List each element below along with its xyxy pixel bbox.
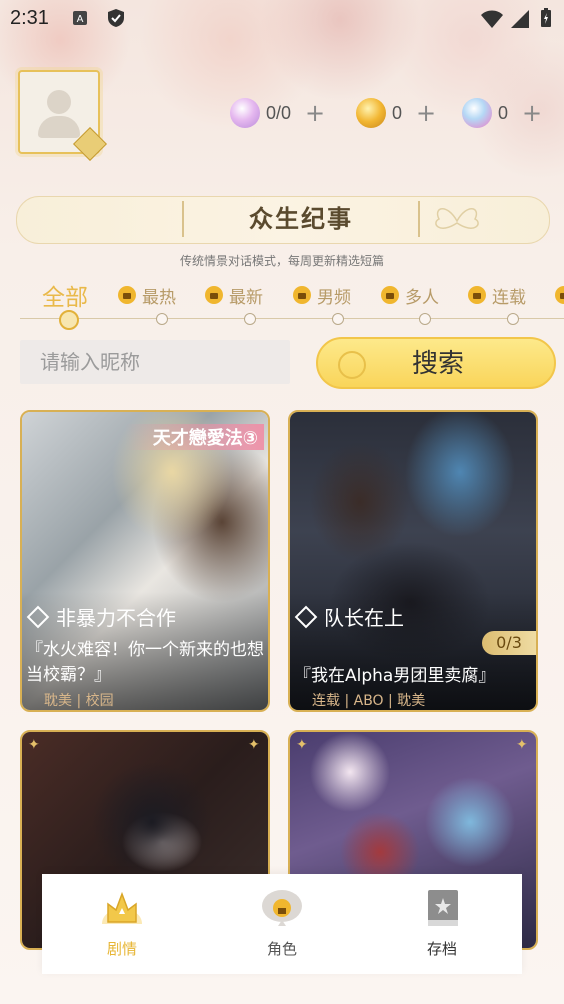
- tab-all[interactable]: 全部: [42, 278, 88, 312]
- character-lock-icon: [262, 890, 302, 926]
- user-avatar[interactable]: [18, 70, 107, 161]
- story-crown-icon: [102, 891, 142, 924]
- resource-gold-coin[interactable]: 0 +: [356, 96, 436, 130]
- avatar-placeholder-body: [38, 116, 80, 138]
- butterfly-decoration-icon: [435, 208, 479, 229]
- corner-star-icon: ✦: [248, 737, 260, 753]
- tab-label: 全部: [42, 285, 88, 311]
- tab-serial[interactable]: 连载: [468, 278, 526, 312]
- story-card[interactable]: 0/3 队长在上 『我在Alpha男团里卖腐』 连载 | ABO | 耽美: [288, 410, 538, 712]
- svg-text:A: A: [77, 14, 84, 25]
- story-tags: 连载 | ABO | 耽美: [312, 693, 426, 709]
- shield-check-icon: [108, 9, 124, 27]
- corner-star-icon: ✦: [28, 737, 40, 753]
- wifi-icon: [481, 10, 503, 28]
- resource-gold-coin-value: 0: [392, 102, 403, 123]
- story-tags: 耽美 | 校园: [44, 693, 114, 709]
- tab-indicator-dot-icon: [156, 313, 168, 325]
- nav-story-label: 剧情: [106, 940, 137, 958]
- lock-icon: [118, 286, 136, 304]
- nav-archive-label: 存档: [426, 940, 457, 958]
- corner-star-icon: ✦: [296, 737, 308, 753]
- tab-indicator-dot-icon: [419, 313, 431, 325]
- tab-newest[interactable]: 最新: [205, 278, 263, 312]
- nav-character[interactable]: 角色: [202, 874, 362, 974]
- tab-label: 连载: [492, 287, 526, 308]
- lock-icon: [205, 286, 223, 304]
- tab-indicator-dot-icon: [507, 313, 519, 325]
- tab-multi[interactable]: 多人: [381, 278, 439, 312]
- gold-coin-icon: [356, 98, 386, 128]
- search-button[interactable]: 搜索: [316, 337, 556, 389]
- tab-indicator-dot-icon: [244, 313, 256, 325]
- lock-icon: [381, 286, 399, 304]
- add-gold-coin-icon[interactable]: +: [416, 101, 436, 125]
- story-title-text: 非暴力不合作: [56, 606, 176, 630]
- lock-icon: [293, 286, 311, 304]
- resource-crystal-flower-value: 0: [498, 102, 509, 123]
- tab-indicator-line: [20, 318, 564, 319]
- section-subtitle: 传统情景对话模式，每周更新精选短篇: [179, 254, 384, 268]
- tab-male-oriented[interactable]: 男频: [293, 278, 351, 312]
- nav-archive[interactable]: 存档: [362, 874, 522, 974]
- story-description: 『水火难容！你一个新来的也想当校霸？』: [26, 640, 264, 685]
- nav-character-label: 角色: [266, 940, 297, 958]
- resource-heart-gem[interactable]: 0/0 +: [230, 96, 325, 130]
- story-title: 非暴力不合作: [26, 602, 176, 631]
- heart-gem-icon: [230, 98, 260, 128]
- story-title-text: 队长在上: [324, 606, 404, 630]
- diamond-icon: [294, 605, 318, 628]
- story-card[interactable]: 天才戀愛法③ 非暴力不合作 『水火难容！你一个新来的也想当校霸？』 耽美 | 校…: [20, 410, 270, 712]
- resource-heart-gem-value: 0/0: [266, 102, 292, 123]
- archive-book-icon: [428, 890, 458, 926]
- story-progress-badge: 0/3: [482, 631, 536, 655]
- add-heart-gem-icon[interactable]: +: [305, 101, 325, 125]
- tab-label: 最热: [142, 287, 176, 308]
- tab-hottest[interactable]: 最热: [118, 278, 176, 312]
- cell-signal-icon: [511, 10, 529, 28]
- avatar-placeholder-icon: [47, 90, 71, 114]
- status-time: 2:31: [10, 7, 49, 29]
- nav-story[interactable]: 剧情: [42, 874, 202, 974]
- story-series-tag: 天才戀愛法③: [124, 424, 264, 450]
- add-crystal-flower-icon[interactable]: +: [522, 101, 542, 125]
- story-description: 『我在Alpha男团里卖腐』: [294, 666, 496, 686]
- tab-label: 男频: [317, 287, 351, 308]
- crystal-flower-icon: [462, 98, 492, 128]
- resource-crystal-flower[interactable]: 0 +: [462, 96, 542, 130]
- notification-a-icon: A: [73, 11, 87, 25]
- battery-icon: [541, 8, 551, 27]
- bottom-navigation: 剧情 角色 存档: [42, 874, 522, 974]
- nickname-search-input[interactable]: [20, 340, 290, 384]
- section-title: 众生纪事: [182, 201, 420, 237]
- corner-star-icon: ✦: [516, 737, 528, 753]
- lock-icon: [468, 286, 486, 304]
- tab-more[interactable]: [555, 278, 564, 312]
- story-title: 队长在上: [294, 602, 404, 631]
- category-tabs: 全部 最热 最新 男频 多人 连载: [0, 278, 564, 312]
- tab-label: 最新: [229, 287, 263, 308]
- lock-icon: [555, 286, 564, 304]
- diamond-icon: [26, 605, 50, 628]
- tab-indicator-active-icon: [59, 310, 79, 330]
- section-banner: 众生纪事: [16, 196, 550, 244]
- search-button-label: 搜索: [411, 349, 464, 379]
- tab-indicator-dot-icon: [332, 313, 344, 325]
- tab-label: 多人: [405, 287, 439, 308]
- status-bar: 2:31 A: [0, 0, 564, 40]
